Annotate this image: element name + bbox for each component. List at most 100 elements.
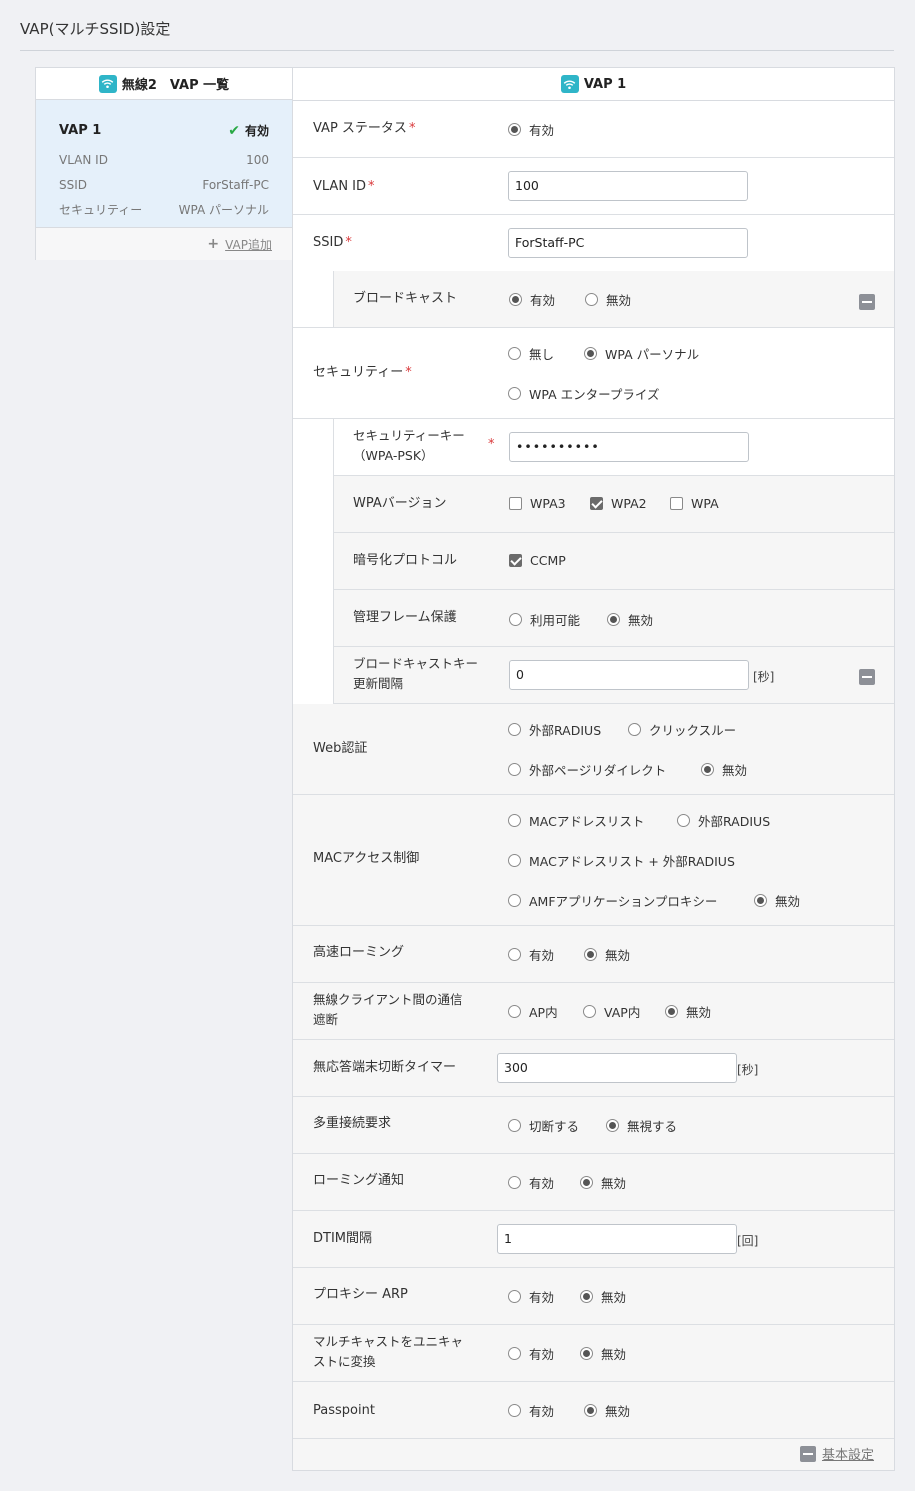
unit-label: [秒] (737, 1063, 759, 1077)
field-label: Web認証 (313, 741, 368, 756)
row-mac-access: MACアクセス制御 MACアドレスリスト 外部RADIUS MACアドレスリスト… (293, 795, 894, 926)
radio-mcast-ucast-enabled[interactable]: 有効 (508, 1344, 554, 1363)
collapse-icon[interactable] (859, 294, 875, 310)
vap-detail-header: VAP 1 (293, 68, 894, 101)
field-label: Passpoint (313, 1403, 375, 1418)
row-client-isolation: 無線クライアント間の通信 遮断 AP内 VAP内 無効 (293, 983, 894, 1040)
vap-card-value: 100 (246, 152, 269, 167)
radio-isolation-vap[interactable]: VAP内 (583, 1002, 640, 1021)
row-encryption: 暗号化プロトコル CCMP (333, 533, 894, 590)
radio-mgmt-frame-disabled[interactable]: 無効 (607, 610, 653, 629)
row-idle-timer: 無応答端末切断タイマー 300 [秒] (293, 1040, 894, 1097)
field-label: 多重接続要求 (313, 1116, 392, 1131)
vap-card-label: VLAN ID (59, 152, 108, 167)
field-label: 無応答端末切断タイマー (313, 1060, 457, 1075)
field-label: ローミング通知 (313, 1173, 405, 1188)
radio-broadcast-disabled[interactable]: 無効 (585, 290, 631, 309)
field-label: VLAN ID * (313, 179, 375, 194)
row-ssid: SSID * ForStaff-PC (293, 215, 894, 271)
field-label: セキュリティーキー （WPA-PSK） (353, 428, 465, 463)
vap-detail-title: VAP 1 (583, 76, 627, 92)
vap-add-link[interactable]: VAP追加 (225, 236, 272, 253)
radio-web-auth-ext-radius[interactable]: 外部RADIUS (508, 720, 601, 739)
row-security: セキュリティー * 無し WPA パーソナル WPA エンタープライズ (293, 328, 894, 419)
radio-roaming-notify-enabled[interactable]: 有効 (508, 1173, 554, 1192)
radio-security-wpa-enterprise[interactable]: WPA エンタープライズ (508, 384, 660, 403)
radio-isolation-disabled[interactable]: 無効 (665, 1002, 711, 1021)
broadcast-key-interval-input[interactable]: 0 (509, 660, 749, 690)
radio-multi-conn-ignore[interactable]: 無視する (606, 1116, 677, 1135)
field-label: セキュリティー * (313, 365, 412, 380)
radio-proxy-arp-enabled[interactable]: 有効 (508, 1287, 554, 1306)
required-mark: * (488, 437, 495, 452)
radio-fast-roaming-enabled[interactable]: 有効 (508, 945, 554, 964)
wifi-icon (560, 75, 579, 93)
ssid-input[interactable]: ForStaff-PC (508, 228, 748, 258)
vap-list-panel: 無線2 VAP 一覧 VAP 1 ✔ 有効 VLAN ID 100 SSID ForS… (35, 67, 293, 260)
field-label: MACアクセス制御 (313, 851, 420, 866)
unit-label: [回] (737, 1234, 759, 1248)
radio-web-auth-redirect[interactable]: 外部ページリダイレクト (508, 760, 666, 779)
radio-isolation-ap[interactable]: AP内 (508, 1002, 558, 1021)
radio-fast-roaming-disabled[interactable]: 無効 (584, 945, 630, 964)
vap-card-name: VAP 1 (59, 123, 102, 138)
wifi-icon (98, 74, 117, 93)
row-mcast-ucast: マルチキャストをユニキャ ストに変換 有効 無効 (293, 1325, 894, 1382)
radio-security-wpa-personal[interactable]: WPA パーソナル (584, 344, 699, 363)
unit-label: [秒] (753, 670, 775, 684)
row-wpa-version: WPAバージョン WPA3 WPA2 WPA (333, 476, 894, 533)
radio-vap-status-enabled[interactable]: 有効 (508, 120, 554, 139)
row-dtim: DTIM間隔 1 [回] (293, 1211, 894, 1268)
checkbox-wpa3[interactable]: WPA3 (509, 496, 566, 511)
radio-passpoint-disabled[interactable]: 無効 (584, 1401, 630, 1420)
radio-mac-disabled[interactable]: 無効 (754, 891, 800, 910)
radio-proxy-arp-disabled[interactable]: 無効 (580, 1287, 626, 1306)
radio-mac-ext-radius[interactable]: 外部RADIUS (677, 811, 770, 830)
collapse-icon[interactable] (799, 1445, 816, 1462)
row-roaming-notify: ローミング通知 有効 無効 (293, 1154, 894, 1211)
row-multi-conn: 多重接続要求 切断する 無視する (293, 1097, 894, 1154)
checkmark-icon: ✔ (228, 122, 240, 139)
vap-card-value: ForStaff-PC (202, 177, 269, 192)
vap-card-vap1[interactable]: VAP 1 ✔ 有効 VLAN ID 100 SSID ForStaff-PC セキュ… (36, 100, 292, 228)
basic-settings-toggle[interactable]: 基本設定 (799, 1444, 874, 1463)
row-passpoint: Passpoint 有効 無効 (293, 1382, 894, 1439)
radio-web-auth-clickthrough[interactable]: クリックスルー (628, 720, 736, 739)
vap-list-header: 無線2 VAP 一覧 (36, 68, 292, 100)
title-divider (20, 50, 894, 51)
radio-passpoint-enabled[interactable]: 有効 (508, 1401, 554, 1420)
radio-broadcast-enabled[interactable]: 有効 (509, 290, 555, 309)
vap-add-row: + VAP追加 (36, 228, 292, 260)
radio-mac-list-radius[interactable]: MACアドレスリスト + 外部RADIUS (508, 851, 735, 870)
row-proxy-arp: プロキシー ARP 有効 無効 (293, 1268, 894, 1325)
security-key-input[interactable]: •••••••••• (509, 432, 749, 462)
field-label: 管理フレーム保護 (353, 610, 457, 625)
vap-card-label: セキュリティー (59, 203, 143, 217)
field-label: ブロードキャストキー 更新間隔 (353, 656, 479, 691)
dtim-input[interactable]: 1 (497, 1224, 737, 1254)
vap-detail-panel: VAP 1 VAP ステータス * 有効 VLAN ID * 100 SSID * F… (292, 67, 895, 1471)
field-label: ブロードキャスト (353, 291, 458, 306)
radio-web-auth-disabled[interactable]: 無効 (701, 760, 747, 779)
idle-timer-input[interactable]: 300 (497, 1053, 737, 1083)
field-label: SSID * (313, 235, 352, 250)
checkbox-ccmp[interactable]: CCMP (509, 553, 566, 568)
radio-roaming-notify-disabled[interactable]: 無効 (580, 1173, 626, 1192)
checkbox-wpa[interactable]: WPA (670, 496, 719, 511)
basic-settings-link[interactable]: 基本設定 (822, 1444, 874, 1463)
vlan-id-input[interactable]: 100 (508, 171, 748, 201)
radio-security-none[interactable]: 無し (508, 344, 554, 363)
row-fast-roaming: 高速ローミング 有効 無効 (293, 926, 894, 983)
radio-mgmt-frame-available[interactable]: 利用可能 (509, 610, 580, 629)
field-label: マルチキャストをユニキャ ストに変換 (313, 1334, 464, 1369)
radio-mac-amf-proxy[interactable]: AMFアプリケーションプロキシー (508, 891, 717, 910)
radio-mcast-ucast-disabled[interactable]: 無効 (580, 1344, 626, 1363)
radio-multi-conn-disconnect[interactable]: 切断する (508, 1116, 579, 1135)
field-label: VAP ステータス * (313, 121, 416, 136)
radio-mac-address-list[interactable]: MACアドレスリスト (508, 811, 644, 830)
collapse-icon[interactable] (859, 669, 875, 685)
checkbox-wpa2[interactable]: WPA2 (590, 496, 647, 511)
plus-icon: + (207, 236, 220, 252)
field-label: 暗号化プロトコル (353, 553, 458, 568)
field-label: プロキシー ARP (313, 1287, 408, 1302)
